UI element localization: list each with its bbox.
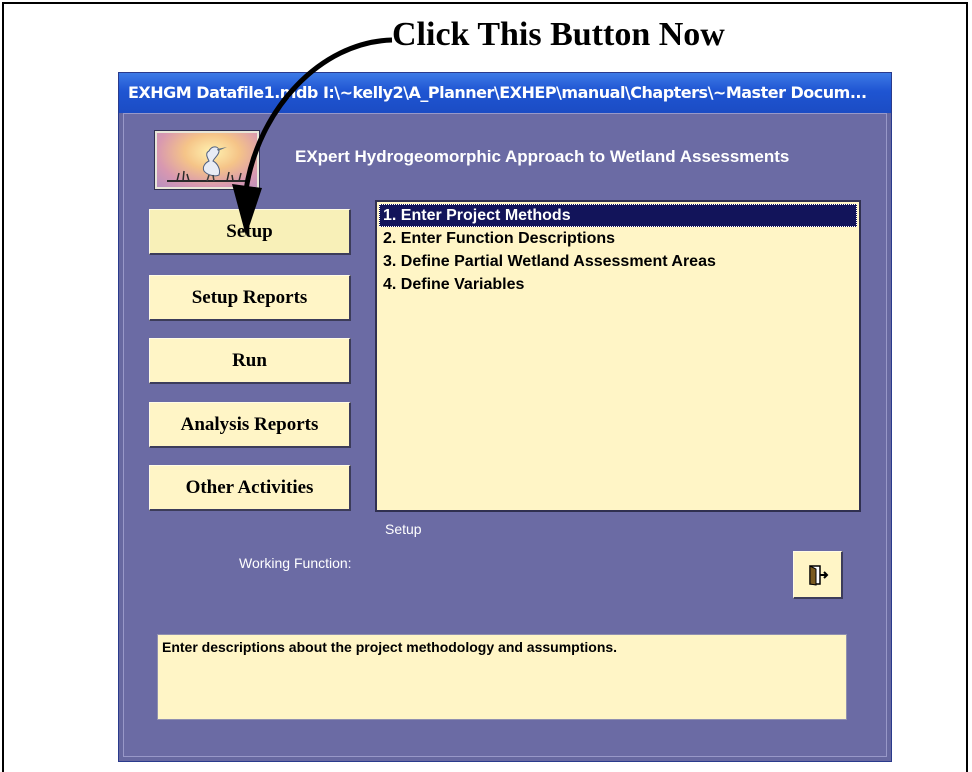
app-window: EXHGM Datafile1.mdb I:\~kelly2\A_Planner… xyxy=(118,72,892,762)
window-title: EXHGM Datafile1.mdb I:\~kelly2\A_Planner… xyxy=(128,83,867,102)
callout-text: Click This Button Now xyxy=(392,16,725,53)
list-item-enter-project-methods[interactable]: 1. Enter Project Methods xyxy=(379,204,857,227)
working-function-label: Working Function: xyxy=(239,555,352,571)
task-listbox[interactable]: 1. Enter Project Methods 2. Enter Functi… xyxy=(375,200,861,512)
list-item-define-partial-areas[interactable]: 3. Define Partial Wetland Assessment Are… xyxy=(379,250,857,273)
title-bar[interactable]: EXHGM Datafile1.mdb I:\~kelly2\A_Planner… xyxy=(119,73,891,113)
list-caption: Setup xyxy=(385,521,422,537)
setup-reports-button[interactable]: Setup Reports xyxy=(149,275,351,321)
setup-button[interactable]: Setup xyxy=(149,209,351,255)
list-item-define-variables[interactable]: 4. Define Variables xyxy=(379,273,857,296)
other-activities-button[interactable]: Other Activities xyxy=(149,465,351,511)
heron-logo xyxy=(154,130,260,190)
exit-door-icon xyxy=(808,564,828,586)
run-button[interactable]: Run xyxy=(149,338,351,384)
app-heading: EXpert Hydrogeomorphic Approach to Wetla… xyxy=(295,147,790,166)
exit-button[interactable] xyxy=(793,551,843,599)
heron-icon xyxy=(167,146,247,182)
analysis-reports-button[interactable]: Analysis Reports xyxy=(149,402,351,448)
list-item-enter-function-descriptions[interactable]: 2. Enter Function Descriptions xyxy=(379,227,857,250)
description-box: Enter descriptions about the project met… xyxy=(157,634,847,720)
